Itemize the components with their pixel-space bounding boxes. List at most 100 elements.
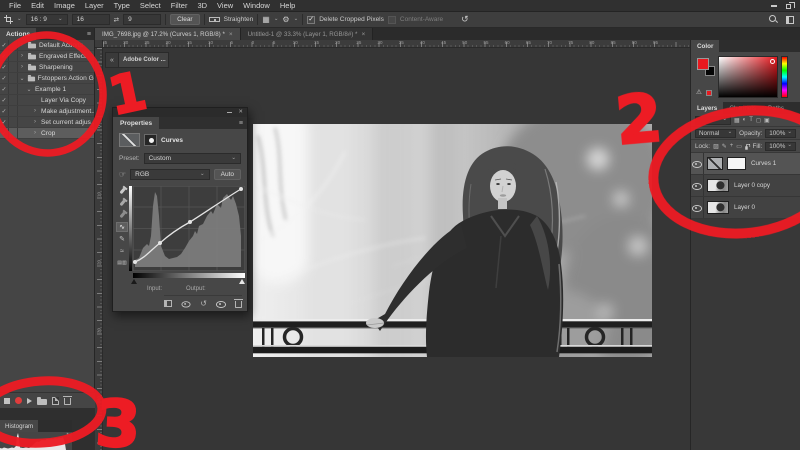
stop-icon[interactable] [4, 397, 10, 404]
refresh-histogram-icon[interactable]: ↻ [66, 432, 71, 439]
lock-pixels-icon[interactable]: ✎ [722, 143, 727, 150]
document-tab-inactive[interactable]: Untitled-1 @ 33.3% (Layer 1, RGB/8#) * × [240, 28, 374, 40]
expander-icon[interactable]: › [18, 53, 26, 59]
action-enabled-check-icon[interactable]: ✓ [0, 62, 9, 72]
ratio-width-input[interactable]: 16 [71, 14, 110, 25]
menu-image[interactable]: Image [49, 1, 80, 10]
expander-icon[interactable]: › [31, 119, 39, 125]
layer-row-curves-1[interactable]: Curves 1 [691, 153, 800, 175]
filter-pixel-layers-icon[interactable]: ▦ [734, 117, 740, 124]
action-enabled-check-icon[interactable]: ✓ [0, 84, 9, 94]
expander-icon[interactable]: ⌄ [18, 75, 26, 82]
layer-mask-icon[interactable] [144, 134, 157, 146]
action-dialog-toggle[interactable] [9, 73, 18, 83]
histogram-clip-icons[interactable]: ▤▥ [116, 258, 128, 268]
action-row-crop-selected[interactable]: ✓ › Crop [0, 128, 94, 139]
action-dialog-toggle[interactable] [9, 62, 18, 72]
close-tab-icon[interactable]: × [361, 31, 365, 38]
document-tab-active[interactable]: IMG_7698.jpg @ 17.2% (Curves 1, RGB/8) *… [95, 28, 241, 40]
expander-icon[interactable]: ⌄ [25, 86, 33, 93]
tab-channels[interactable]: Channels [723, 102, 762, 114]
menu-view[interactable]: View [212, 1, 238, 10]
lock-all-icon[interactable] [745, 143, 750, 150]
delete-action-icon[interactable] [63, 395, 72, 405]
expander-icon[interactable]: › [18, 42, 26, 48]
crop-options-gear-icon[interactable]: ⚙ [282, 15, 289, 24]
action-dialog-toggle[interactable] [9, 40, 18, 50]
restore-icon[interactable] [786, 2, 795, 9]
action-enabled-check-icon[interactable]: ✓ [0, 51, 9, 61]
action-row-default-actions[interactable]: ✓ › Default Actions [0, 40, 94, 51]
pencil-tool-icon[interactable]: ✎ [116, 234, 128, 244]
channel-select[interactable]: RGB ⌄ [130, 169, 210, 180]
layer-row-layer-0[interactable]: Layer 0 [691, 197, 800, 219]
lock-position-icon[interactable]: + [730, 143, 734, 149]
action-dialog-toggle[interactable] [9, 128, 18, 138]
action-dialog-toggle[interactable] [9, 117, 18, 127]
visibility-eye-icon[interactable] [216, 299, 226, 308]
foreground-color-swatch[interactable] [697, 58, 709, 70]
overlay-grid-icon[interactable]: ▦ [262, 15, 270, 24]
tab-histogram[interactable]: Histogram [0, 420, 39, 432]
saturation-brightness-box[interactable] [718, 56, 778, 98]
layer-visibility-toggle[interactable] [691, 175, 704, 196]
collapse-panel-icon[interactable] [227, 111, 233, 114]
workspace-icon[interactable] [786, 15, 794, 24]
reset-tool-icon[interactable]: ↺ [461, 14, 469, 25]
lock-transparency-icon[interactable]: ▨ [713, 143, 719, 150]
targeted-adjustment-icon[interactable]: ☞ [119, 170, 126, 179]
smooth-curve-icon[interactable]: ≈ [116, 246, 128, 256]
panel-menu-icon[interactable]: ≡ [239, 120, 247, 127]
hue-slider[interactable] [781, 56, 788, 98]
action-dialog-toggle[interactable] [9, 106, 18, 116]
menu-type[interactable]: Type [109, 1, 135, 10]
play-icon[interactable] [27, 397, 32, 404]
expander-icon[interactable]: › [31, 108, 39, 114]
black-point-eyedropper-icon[interactable] [116, 186, 128, 196]
content-aware-checkbox[interactable] [387, 15, 396, 24]
crop-tool-icon[interactable] [4, 15, 13, 24]
action-dialog-toggle[interactable] [9, 95, 18, 105]
canvas-area[interactable]: « Adobe Color ... ✕ Properties ≡ Curves … [103, 48, 690, 450]
curve-point-tool-icon[interactable]: ∿ [116, 222, 128, 232]
layer-name[interactable]: Layer 0 copy [734, 182, 770, 189]
layer-thumbnail[interactable] [707, 179, 729, 192]
action-enabled-check-icon[interactable]: ✓ [0, 128, 9, 138]
layer-visibility-toggle[interactable] [691, 197, 704, 218]
record-icon[interactable] [15, 397, 22, 404]
ratio-height-input[interactable]: 9 [123, 14, 162, 25]
action-row-set-current[interactable]: ✓ › Set current adjus... [0, 117, 94, 128]
shadow-slider[interactable] [131, 279, 137, 284]
filter-shape-layers-icon[interactable]: ◻ [756, 117, 761, 124]
action-row-example-1[interactable]: ✓ ⌄ Example 1 [0, 84, 94, 95]
action-enabled-check-icon[interactable]: ✓ [0, 73, 9, 83]
filter-type-layers-icon[interactable]: T [749, 117, 753, 123]
filter-kind-select[interactable]: ⌄ [695, 115, 731, 125]
lock-artboard-icon[interactable]: ▭ [736, 143, 742, 150]
swap-ratio-icon[interactable]: ⇄ [114, 16, 119, 24]
new-action-icon[interactable] [52, 396, 59, 405]
layer-visibility-toggle[interactable] [691, 153, 704, 174]
clip-to-layer-icon[interactable] [164, 300, 173, 307]
white-point-eyedropper-icon[interactable] [116, 210, 128, 220]
filter-adjustment-layers-icon[interactable]: ◐ [743, 117, 747, 123]
tab-layers[interactable]: Layers [691, 102, 724, 114]
delete-adjustment-icon[interactable] [234, 298, 243, 308]
layer-name[interactable]: Layer 0 [734, 204, 755, 211]
action-row-engraved-effect[interactable]: ✓ › Engraved Effect [0, 51, 94, 62]
menu-filter[interactable]: Filter [166, 1, 193, 10]
menu-select[interactable]: Select [135, 1, 166, 10]
clear-button[interactable]: Clear [170, 14, 200, 25]
new-set-folder-icon[interactable] [37, 396, 47, 405]
action-enabled-check-icon[interactable]: ✓ [0, 40, 9, 50]
action-row-layer-via-copy[interactable]: ✓ Layer Via Copy [0, 95, 94, 106]
action-row-make-adjustment[interactable]: ✓ › Make adjustment... [0, 106, 94, 117]
tab-paths[interactable]: Paths [762, 102, 790, 114]
layer-name[interactable]: Curves 1 [751, 160, 776, 167]
gamut-color-chip[interactable] [706, 90, 712, 96]
reset-adjustment-icon[interactable]: ↺ [200, 299, 207, 308]
opacity-select[interactable]: 100% ⌄ [765, 128, 796, 138]
auto-button[interactable]: Auto [213, 169, 241, 180]
layer-row-layer-0-copy[interactable]: Layer 0 copy [691, 175, 800, 197]
tab-actions[interactable]: Actions [0, 28, 37, 40]
